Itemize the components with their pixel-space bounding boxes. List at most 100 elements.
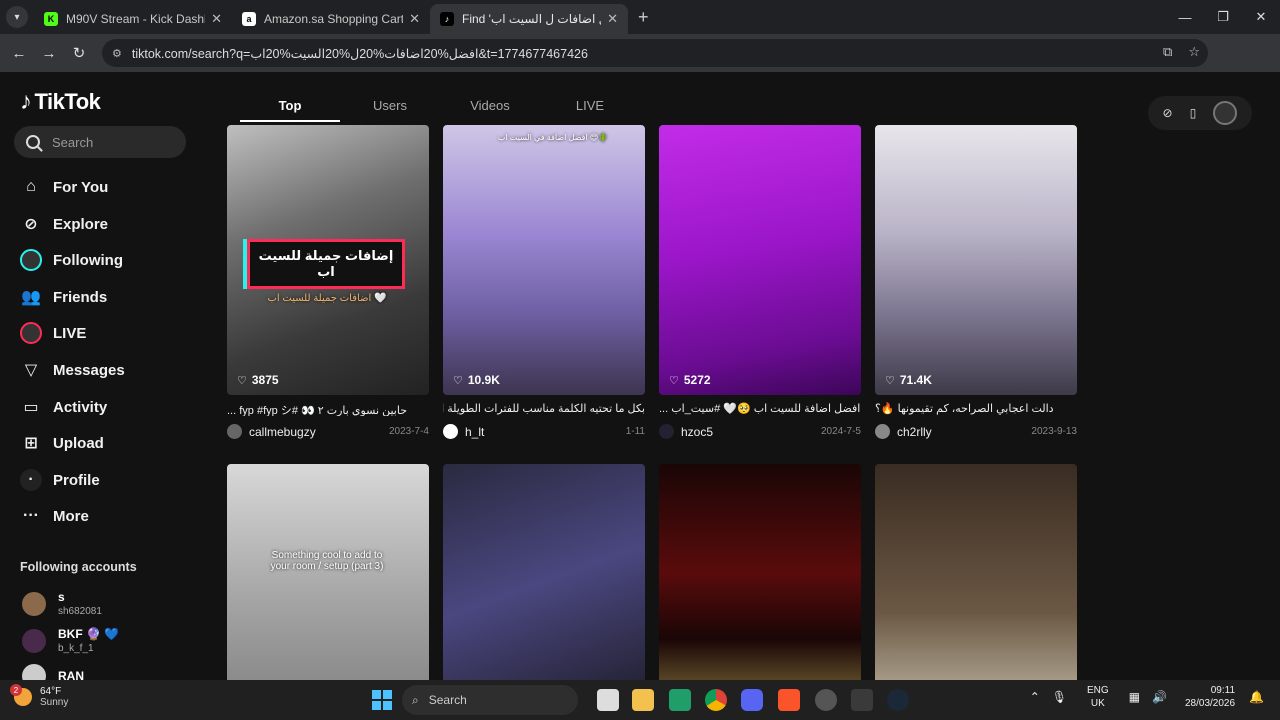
- video-caption[interactable]: بكل ما تحتيه الكلمة مناسب للفترات الطويل…: [443, 402, 645, 416]
- phone-icon[interactable]: ▯: [1190, 106, 1197, 120]
- tab-users[interactable]: Users: [340, 98, 440, 122]
- video-card[interactable]: ♡ 5272 افضل اضافة للسيت اب 🥺🤍 #سيت_اب ...…: [659, 125, 861, 439]
- video-thumbnail[interactable]: إضافات جميلة للسيت اب اضافات جميلة للسيت…: [227, 125, 429, 395]
- search-input[interactable]: Search: [14, 126, 186, 158]
- network-icon[interactable]: ▦: [1129, 690, 1140, 704]
- language-indicator[interactable]: ENG UK: [1087, 684, 1109, 710]
- chrome-icon[interactable]: [705, 689, 727, 711]
- nav-label: Profile: [53, 471, 100, 489]
- reload-icon[interactable]: ↻: [64, 44, 94, 62]
- nav-more[interactable]: ··· More: [20, 505, 89, 527]
- steam-icon[interactable]: [887, 689, 909, 711]
- user-avatar[interactable]: [1213, 101, 1238, 125]
- video-card[interactable]: [875, 464, 1077, 680]
- video-card[interactable]: Something cool to add to your room / set…: [227, 464, 429, 680]
- video-card[interactable]: ♡ 71.4K دالت اعجابي الصراحه، كم تقيمونها …: [875, 125, 1077, 439]
- video-card[interactable]: إضافات جميلة للسيت اب اضافات جميلة للسيت…: [227, 125, 429, 439]
- volume-icon[interactable]: 🔊: [1152, 690, 1167, 704]
- following-account[interactable]: s sh682081: [22, 590, 102, 617]
- nav-explore[interactable]: ⊘ Explore: [20, 213, 108, 235]
- file-explorer-icon[interactable]: [632, 689, 654, 711]
- right-tools: ⊘ ▯: [1148, 96, 1252, 130]
- nav-profile[interactable]: · Profile: [20, 469, 100, 491]
- following-account[interactable]: BKF 🔮 💙 b_k_f_1: [22, 627, 119, 654]
- video-author[interactable]: ch2rlly: [897, 425, 1031, 439]
- video-thumbnail[interactable]: ♡ 5272: [659, 125, 861, 395]
- video-card[interactable]: افضل اضافة في السيت اب 😍🌵 ♡ 10.9K بكل ما …: [443, 125, 645, 439]
- new-tab-button[interactable]: +: [638, 7, 649, 28]
- compass-icon[interactable]: ⊘: [1163, 106, 1173, 120]
- window-controls: — ❐ ✕: [1166, 0, 1280, 34]
- mic-icon[interactable]: 🎙: [1052, 690, 1067, 704]
- video-thumbnail[interactable]: [659, 464, 861, 680]
- nav-live[interactable]: LIVE: [20, 322, 86, 344]
- video-date: 1-11: [625, 426, 645, 437]
- video-thumbnail[interactable]: افضل اضافة في السيت اب 😍🌵 ♡ 10.9K: [443, 125, 645, 395]
- video-card[interactable]: [659, 464, 861, 680]
- brave-icon[interactable]: [778, 689, 800, 711]
- video-thumbnail[interactable]: Something cool to add to your room / set…: [227, 464, 429, 680]
- app-icon[interactable]: [669, 689, 691, 711]
- bookmark-star-icon[interactable]: ☆: [1188, 44, 1200, 60]
- windows-start-icon[interactable]: [372, 690, 392, 710]
- activity-icon: ▭: [23, 399, 39, 416]
- bkm-app-icon[interactable]: [851, 689, 873, 711]
- video-author[interactable]: hzoc5: [681, 425, 821, 439]
- nav-messages[interactable]: ▽ Messages: [20, 359, 125, 381]
- nav-following[interactable]: Following: [20, 249, 123, 271]
- video-caption[interactable]: دالت اعجابي الصراحه، كم تقيمونها 🔥؟: [875, 402, 1077, 416]
- minimize-icon[interactable]: —: [1166, 0, 1204, 34]
- heart-icon: ♡: [453, 374, 463, 387]
- browser-tab-tiktok[interactable]: ♪ Find 'أفضل اضافات ل السيت اب' ✕: [430, 4, 628, 34]
- tiktok-logo[interactable]: ♪ TikTok: [20, 88, 101, 116]
- tab-videos[interactable]: Videos: [440, 98, 540, 122]
- back-icon[interactable]: ←: [4, 45, 34, 62]
- restore-icon[interactable]: ❐: [1204, 0, 1242, 34]
- taskbar-search[interactable]: ⌕ Search: [402, 685, 578, 715]
- account-name: s: [58, 590, 65, 604]
- nav-activity[interactable]: ▭ Activity: [20, 396, 107, 418]
- notifications-icon[interactable]: 🔔: [1249, 690, 1264, 704]
- tab-live[interactable]: LIVE: [540, 98, 640, 122]
- profile-avatar-icon: ·: [20, 469, 42, 491]
- video-card[interactable]: [443, 464, 645, 680]
- forward-icon[interactable]: →: [34, 45, 64, 62]
- video-sub-text: Something cool to add to your room / set…: [270, 550, 384, 572]
- avatar[interactable]: [875, 424, 890, 439]
- discord-icon[interactable]: [741, 689, 763, 711]
- task-view-icon[interactable]: [597, 689, 619, 711]
- avatar: [22, 591, 46, 616]
- nav-friends[interactable]: 👥 Friends: [20, 286, 107, 308]
- close-tab-icon[interactable]: ✕: [211, 11, 222, 27]
- video-caption[interactable]: افضل اضافة للسيت اب 🥺🤍 #سيت_اب ...: [659, 402, 861, 416]
- following-account[interactable]: RAN: [22, 664, 84, 680]
- browser-tab-amazon[interactable]: a Amazon.sa Shopping Cart ✕: [232, 4, 430, 34]
- video-thumbnail[interactable]: ♡ 71.4K: [875, 125, 1077, 395]
- video-author[interactable]: h_lt: [465, 425, 626, 439]
- avatar[interactable]: [659, 424, 674, 439]
- video-thumbnail[interactable]: [443, 464, 645, 680]
- address-bar[interactable]: ⚙ tiktok.com/search?q=افضل%20اضافات%20ل%…: [102, 39, 1208, 67]
- video-thumbnail[interactable]: [875, 464, 1077, 680]
- account-handle: b_k_f_1: [58, 643, 94, 654]
- tab-search-dropdown[interactable]: ▾: [6, 6, 28, 28]
- compass-icon: ⊘: [24, 216, 38, 233]
- close-window-icon[interactable]: ✕: [1242, 0, 1280, 34]
- settings-icon[interactable]: [815, 689, 837, 711]
- weather-widget[interactable]: 2 64°F Sunny: [10, 684, 68, 708]
- video-author[interactable]: callmebugzy: [249, 425, 389, 439]
- logo-text: TikTok: [34, 89, 101, 114]
- nav-upload[interactable]: ⊞ Upload: [20, 432, 104, 454]
- browser-tab-kick[interactable]: K M90V Stream - Kick Dashboard ✕: [34, 4, 232, 34]
- close-tab-icon[interactable]: ✕: [409, 11, 420, 27]
- avatar[interactable]: [443, 424, 458, 439]
- nav-for-you[interactable]: ⌂ For You: [20, 176, 108, 198]
- install-app-icon[interactable]: ⧉: [1163, 44, 1172, 60]
- clock[interactable]: 09:11 28/03/2026: [1185, 684, 1235, 710]
- close-tab-icon[interactable]: ✕: [607, 11, 618, 27]
- site-info-icon[interactable]: ⚙: [112, 47, 122, 60]
- video-caption[interactable]: حابين نسوي بارت ٢ 👀 #fyp #fyp シ ...: [227, 402, 429, 416]
- avatar[interactable]: [227, 424, 242, 439]
- tab-top[interactable]: Top: [240, 98, 340, 122]
- chevron-up-icon[interactable]: ⌃: [1030, 690, 1040, 704]
